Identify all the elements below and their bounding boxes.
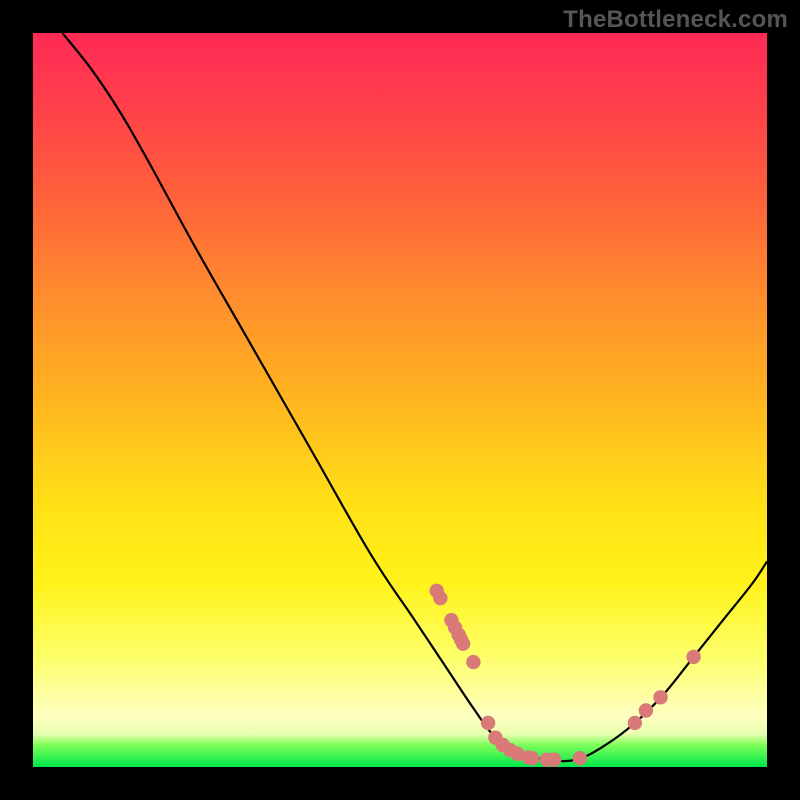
data-marker [466,655,480,669]
watermark-text: TheBottleneck.com [563,6,788,34]
data-marker [573,751,587,765]
data-marker [639,703,653,717]
data-marker [525,751,539,765]
bottleneck-curve [62,33,767,761]
chart-frame: TheBottleneck.com [0,0,800,800]
data-marker [686,650,700,664]
data-marker [547,752,561,766]
data-markers [430,584,701,767]
data-marker [653,690,667,704]
data-marker [433,591,447,605]
chart-svg [33,33,767,767]
data-marker [456,636,470,650]
data-marker [481,716,495,730]
data-marker [628,716,642,730]
